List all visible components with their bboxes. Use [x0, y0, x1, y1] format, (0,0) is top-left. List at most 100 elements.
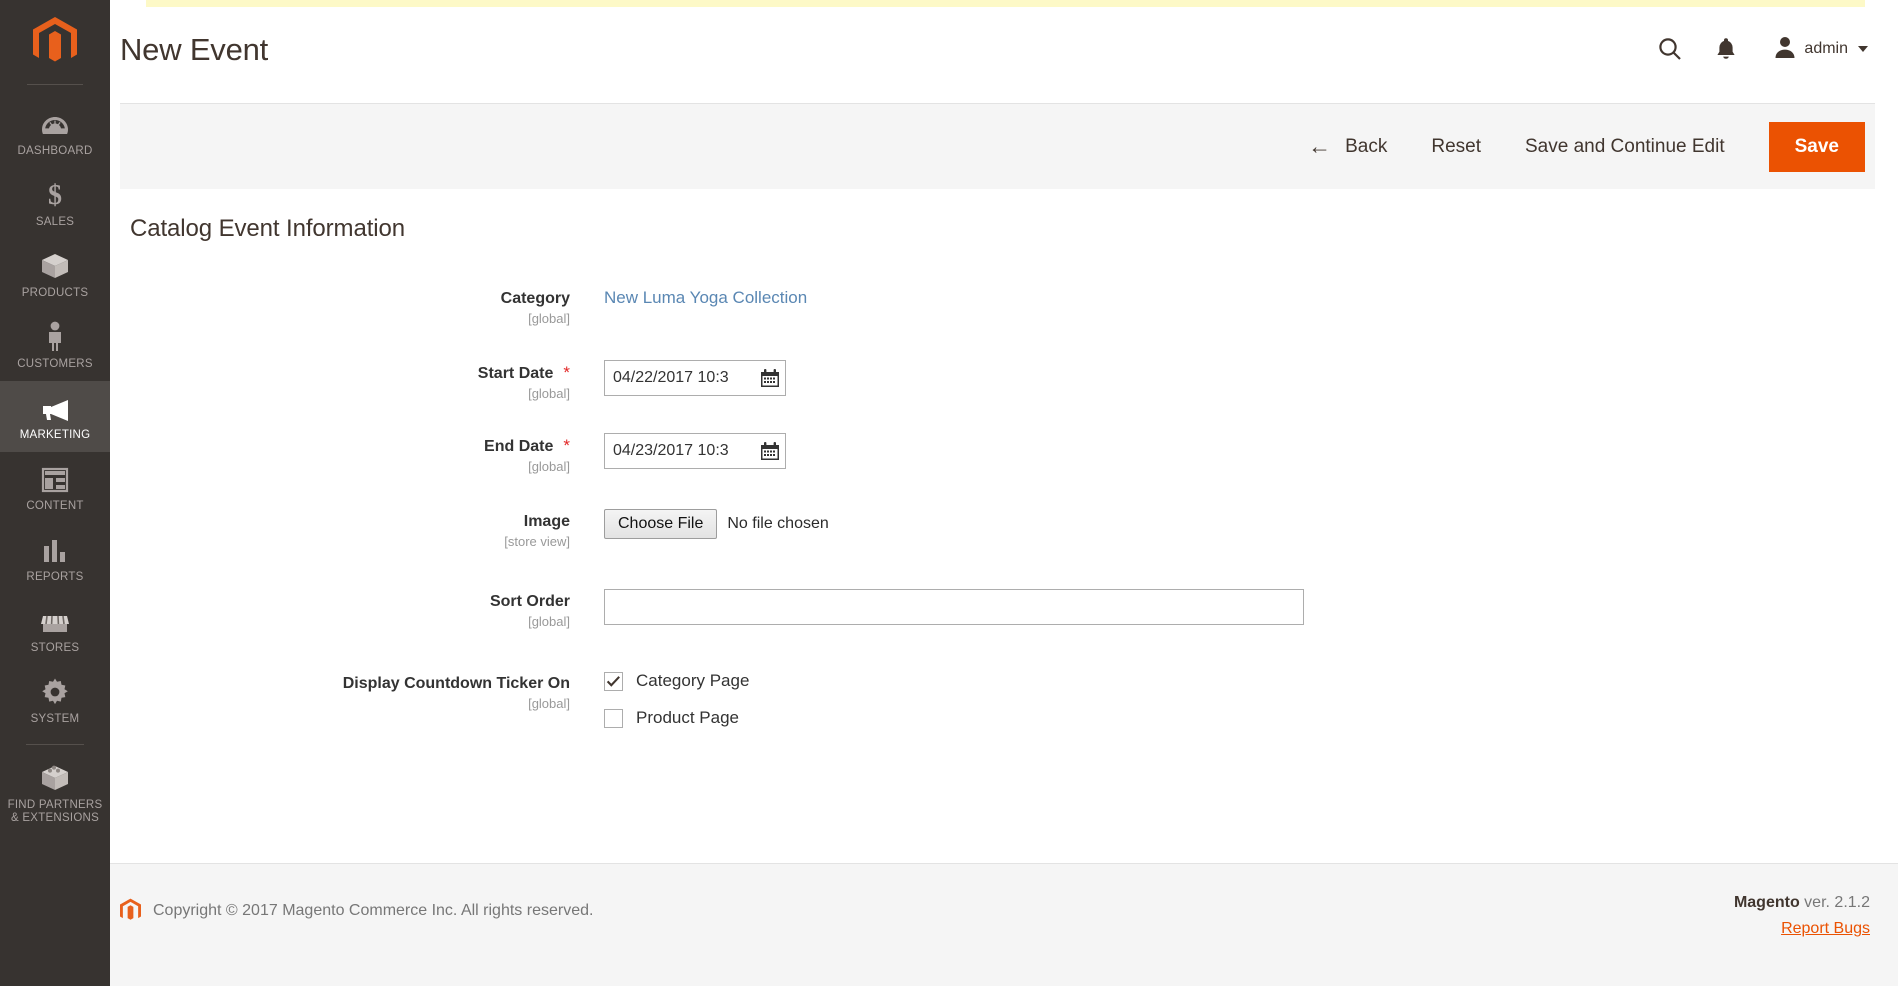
field-label-display-countdown-ticker: Display Countdown Ticker On [global] — [120, 668, 584, 712]
page-actions-toolbar: ← Back Reset Save and Continue Edit Save — [120, 103, 1875, 189]
field-label-text: Display Countdown Ticker On — [342, 675, 570, 692]
bell-icon[interactable] — [1698, 29, 1754, 69]
field-scope-text: [global] — [528, 459, 570, 474]
file-status-text: No file chosen — [727, 515, 829, 532]
field-label-start-date: Start Date * [global] — [120, 357, 584, 402]
footer-copyright: Copyright © 2017 Magento Commerce Inc. A… — [120, 898, 593, 923]
sidebar-item-content[interactable]: CONTENT — [0, 452, 110, 523]
save-and-continue-edit-button[interactable]: Save and Continue Edit — [1503, 136, 1747, 158]
field-row-category: Category [global] New Luma Yoga Collecti… — [120, 283, 1875, 327]
sidebar-item-label: PRODUCTS — [21, 287, 89, 299]
checkbox-label: Product Page — [636, 708, 740, 727]
catalog-event-form: Catalog Event Information Category [glob… — [120, 189, 1875, 745]
magento-logo[interactable] — [0, 0, 110, 84]
version-line: Magento ver. 2.1.2 — [1734, 894, 1870, 912]
start-date-input[interactable] — [604, 360, 786, 396]
required-marker: * — [563, 436, 570, 455]
top-accent-stripe — [146, 0, 1865, 7]
field-control-sort-order — [584, 586, 1875, 625]
field-scope-text: [global] — [528, 614, 570, 629]
search-icon[interactable] — [1642, 29, 1698, 69]
dollar-sign-icon: $ — [38, 179, 72, 209]
sidebar-item-stores[interactable]: STORES — [0, 594, 110, 665]
field-row-image: Image [store view] Choose File No file c… — [120, 506, 1875, 550]
sidebar-item-dashboard[interactable]: DASHBOARD — [0, 97, 110, 168]
sidebar-item-label: REPORTS — [26, 571, 84, 583]
sidebar-item-system[interactable]: SYSTEM — [0, 665, 110, 736]
copyright-text: Copyright © 2017 Magento Commerce Inc. A… — [153, 901, 594, 919]
choose-file-button[interactable]: Choose File — [604, 509, 718, 539]
puzzle-box-icon — [38, 762, 72, 792]
sidebar-item-reports[interactable]: REPORTS — [0, 523, 110, 594]
sidebar: DASHBOARD $ SALES PRODUCTS CUSTOMERS MAR… — [0, 0, 110, 986]
calendar-icon[interactable] — [760, 441, 780, 461]
field-label-sort-order: Sort Order [global] — [120, 586, 584, 630]
reset-button[interactable]: Reset — [1409, 136, 1503, 158]
field-row-start-date: Start Date * [global] — [120, 357, 1875, 402]
version-number: ver. 2.1.2 — [1799, 894, 1870, 911]
sidebar-item-products[interactable]: PRODUCTS — [0, 239, 110, 310]
field-scope-text: [global] — [528, 311, 570, 326]
field-scope-text: [global] — [528, 386, 570, 401]
chevron-down-icon — [1858, 46, 1868, 52]
report-bugs-link[interactable]: Report Bugs — [1781, 920, 1870, 938]
account-name: admin — [1804, 40, 1848, 57]
megaphone-icon — [38, 392, 72, 422]
page-header: New Event admin — [110, 7, 1898, 103]
checkmark-icon — [606, 675, 620, 687]
sidebar-item-customers[interactable]: CUSTOMERS — [0, 310, 110, 381]
account-menu[interactable]: admin — [1772, 31, 1870, 68]
magento-logo-icon — [33, 17, 77, 62]
back-button[interactable]: ← Back — [1286, 135, 1409, 158]
sidebar-item-label: CUSTOMERS — [17, 358, 93, 370]
field-control-image: Choose File No file chosen — [584, 506, 1875, 539]
sidebar-item-label: FIND PARTNERS & EXTENSIONS — [7, 799, 103, 824]
end-date-input[interactable] — [604, 433, 786, 469]
field-scope-text: [global] — [528, 696, 570, 711]
sidebar-item-label: SALES — [35, 216, 75, 228]
checkbox-product-page[interactable]: Product Page — [604, 708, 1875, 728]
bar-chart-icon — [38, 534, 72, 564]
svg-text:$: $ — [48, 180, 62, 209]
save-button[interactable]: Save — [1768, 121, 1865, 172]
sidebar-item-label: STORES — [30, 642, 80, 654]
admin-page: DASHBOARD $ SALES PRODUCTS CUSTOMERS MAR… — [0, 0, 1898, 986]
field-control-end-date — [584, 430, 1875, 469]
gear-icon — [38, 676, 72, 706]
storefront-icon — [38, 605, 72, 635]
sidebar-item-label: SYSTEM — [30, 713, 80, 725]
field-control-display-countdown-ticker: Category Page Product Page — [584, 668, 1875, 745]
field-label-text: Image — [523, 513, 570, 530]
sort-order-input[interactable] — [604, 589, 1304, 625]
field-scope-text: [store view] — [504, 534, 570, 549]
field-label-category: Category [global] — [120, 283, 584, 327]
page-footer: Copyright © 2017 Magento Commerce Inc. A… — [110, 863, 1898, 986]
field-row-display-countdown-ticker: Display Countdown Ticker On [global] Cat… — [120, 668, 1875, 745]
sidebar-item-label: MARKETING — [19, 429, 91, 441]
reset-button-label: Reset — [1431, 135, 1481, 157]
sidebar-divider-bottom — [26, 744, 84, 745]
field-label-text: End Date — [484, 438, 554, 455]
save-and-continue-edit-label: Save and Continue Edit — [1524, 135, 1725, 157]
category-link[interactable]: New Luma Yoga Collection — [604, 288, 807, 307]
sidebar-item-marketing[interactable]: MARKETING — [0, 381, 110, 452]
field-row-end-date: End Date * [global] — [120, 430, 1875, 475]
field-label-text: Sort Order — [489, 593, 570, 610]
calendar-icon[interactable] — [760, 368, 780, 388]
field-control-category: New Luma Yoga Collection — [584, 283, 1875, 310]
dashboard-gauge-icon — [38, 108, 72, 138]
brand-name: Magento — [1733, 894, 1800, 911]
checkbox-label: Category Page — [636, 671, 750, 690]
sidebar-item-label: DASHBOARD — [17, 145, 93, 157]
main-content: New Event admin ← Back Reset Save and Co… — [110, 0, 1898, 986]
checkbox-box — [604, 671, 623, 691]
back-button-label: Back — [1345, 135, 1388, 157]
checkbox-category-page[interactable]: Category Page — [604, 671, 1875, 691]
sidebar-item-find-partners-extensions[interactable]: FIND PARTNERS & EXTENSIONS — [0, 751, 110, 835]
field-label-text: Start Date — [477, 365, 554, 382]
field-row-sort-order: Sort Order [global] — [120, 586, 1875, 630]
person-icon — [38, 321, 72, 351]
field-control-start-date — [584, 357, 1875, 396]
field-label-text: Category — [500, 290, 570, 307]
sidebar-item-sales[interactable]: $ SALES — [0, 168, 110, 239]
